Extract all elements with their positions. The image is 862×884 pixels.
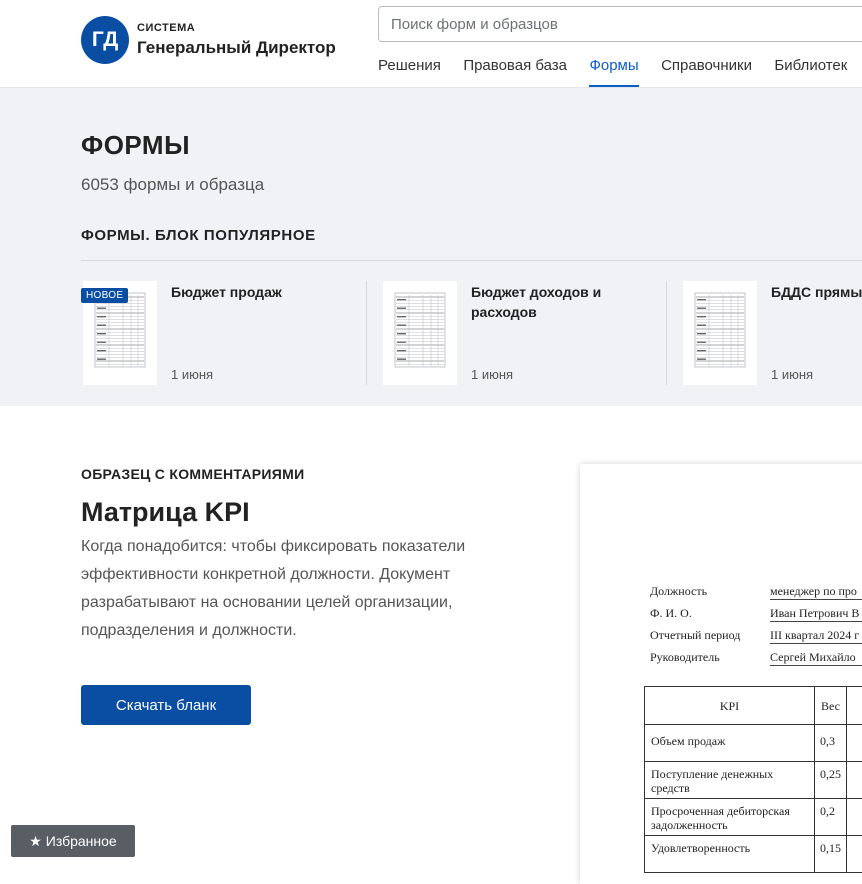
table-cell: Поступление денежных средств xyxy=(645,762,815,799)
table-cell: 0,15 xyxy=(815,836,847,873)
nav-item-forms[interactable]: Формы xyxy=(589,57,638,87)
page-title: ФОРМЫ xyxy=(81,130,190,161)
preview-field-value: III квартал 2024 г xyxy=(770,628,862,644)
popular-divider xyxy=(81,260,862,261)
card-title[interactable]: БДДС прямы xyxy=(771,282,862,302)
logo-icon[interactable]: ГД xyxy=(81,16,129,64)
favorites-button[interactable]: ★ Избранное xyxy=(11,825,135,857)
table-cell: Просроченная дебиторская задолженность xyxy=(645,799,815,836)
site-header: ГД СИСТЕМА Генеральный Директор Решения … xyxy=(0,0,862,88)
logo-subtitle: СИСТЕМА xyxy=(137,22,195,34)
table-cell: 0,2 xyxy=(815,799,847,836)
table-header-row: KPI Вес xyxy=(645,687,862,725)
form-thumbnail[interactable]: НОВОЕ xyxy=(83,281,157,385)
preview-field-value: менеджер по про xyxy=(770,584,862,600)
popular-card[interactable]: БДДС прямы 1 июня xyxy=(681,281,862,385)
table-cell xyxy=(847,836,862,873)
table-header-cell: Вес xyxy=(815,687,847,725)
new-badge: НОВОЕ xyxy=(81,288,128,303)
preview-field-row: Отчетный период III квартал 2024 г xyxy=(650,628,862,646)
search-box[interactable] xyxy=(378,6,862,42)
table-row: Поступление денежных средств 0,25 xyxy=(645,762,862,799)
table-row: Удовлетворенность 0,15 xyxy=(645,836,862,873)
star-icon: ★ xyxy=(29,833,42,849)
form-thumbnail[interactable] xyxy=(383,281,457,385)
card-divider xyxy=(666,281,667,385)
sample-kicker: ОБРАЗЕЦ С КОММЕНТАРИЯМИ xyxy=(81,466,304,482)
card-divider xyxy=(366,281,367,385)
preview-field-label: Отчетный период xyxy=(650,628,740,643)
nav-item-solutions[interactable]: Решения xyxy=(378,57,441,87)
logo-title[interactable]: Генеральный Директор xyxy=(137,38,336,58)
document-preview[interactable]: Должность менеджер по про Ф. И. О. Иван … xyxy=(580,464,862,884)
nav-item-legal-base[interactable]: Правовая база xyxy=(463,57,567,87)
preview-field-row: Руководитель Сергей Михайло xyxy=(650,650,862,668)
card-title[interactable]: Бюджет продаж xyxy=(171,282,366,302)
table-cell: 0,25 xyxy=(815,762,847,799)
card-date: 1 июня xyxy=(471,367,513,382)
preview-field-row: Должность менеджер по про xyxy=(650,584,862,602)
table-header-cell: KPI xyxy=(645,687,815,725)
preview-field-label: Должность xyxy=(650,584,707,599)
preview-field-value: Сергей Михайло xyxy=(770,650,862,666)
favorites-label: Избранное xyxy=(46,833,117,849)
table-cell: Объем продаж xyxy=(645,725,815,762)
nav-item-references[interactable]: Справочники xyxy=(661,57,752,87)
forms-count: 6053 формы и образца xyxy=(81,175,264,195)
popular-card[interactable]: НОВОЕ Бюджет продаж 1 июня xyxy=(81,281,371,385)
table-cell: 0,3 xyxy=(815,725,847,762)
table-row: Просроченная дебиторская задолженность 0… xyxy=(645,799,862,836)
preview-field-value: Иван Петрович В xyxy=(770,606,862,622)
kpi-table: KPI Вес Объем продаж 0,3 Поступление ден… xyxy=(644,686,862,873)
card-date: 1 июня xyxy=(171,367,213,382)
popular-block-title: ФОРМЫ. БЛОК ПОПУЛЯРНОЕ xyxy=(81,227,316,244)
preview-field-row: Ф. И. О. Иван Петрович В xyxy=(650,606,862,624)
table-cell: Удовлетворенность xyxy=(645,836,815,873)
download-form-button[interactable]: Скачать бланк xyxy=(81,685,251,725)
main-nav: Решения Правовая база Формы Справочники … xyxy=(378,57,862,87)
preview-field-label: Ф. И. О. xyxy=(650,606,692,621)
card-title[interactable]: Бюджет доходов и расходов xyxy=(471,282,666,322)
table-cell xyxy=(847,725,862,762)
table-cell xyxy=(847,762,862,799)
sample-description: Когда понадобится: чтобы фиксировать пок… xyxy=(81,533,531,645)
nav-item-library[interactable]: Библиотек xyxy=(774,57,847,87)
table-header-cell xyxy=(847,687,862,725)
form-thumbnail[interactable] xyxy=(683,281,757,385)
card-date: 1 июня xyxy=(771,367,813,382)
sample-title: Матрица KPI xyxy=(81,497,250,528)
table-row: Объем продаж 0,3 xyxy=(645,725,862,762)
preview-field-label: Руководитель xyxy=(650,650,720,665)
search-input[interactable] xyxy=(379,7,862,41)
popular-card[interactable]: Бюджет доходов и расходов 1 июня xyxy=(381,281,671,385)
table-cell xyxy=(847,799,862,836)
